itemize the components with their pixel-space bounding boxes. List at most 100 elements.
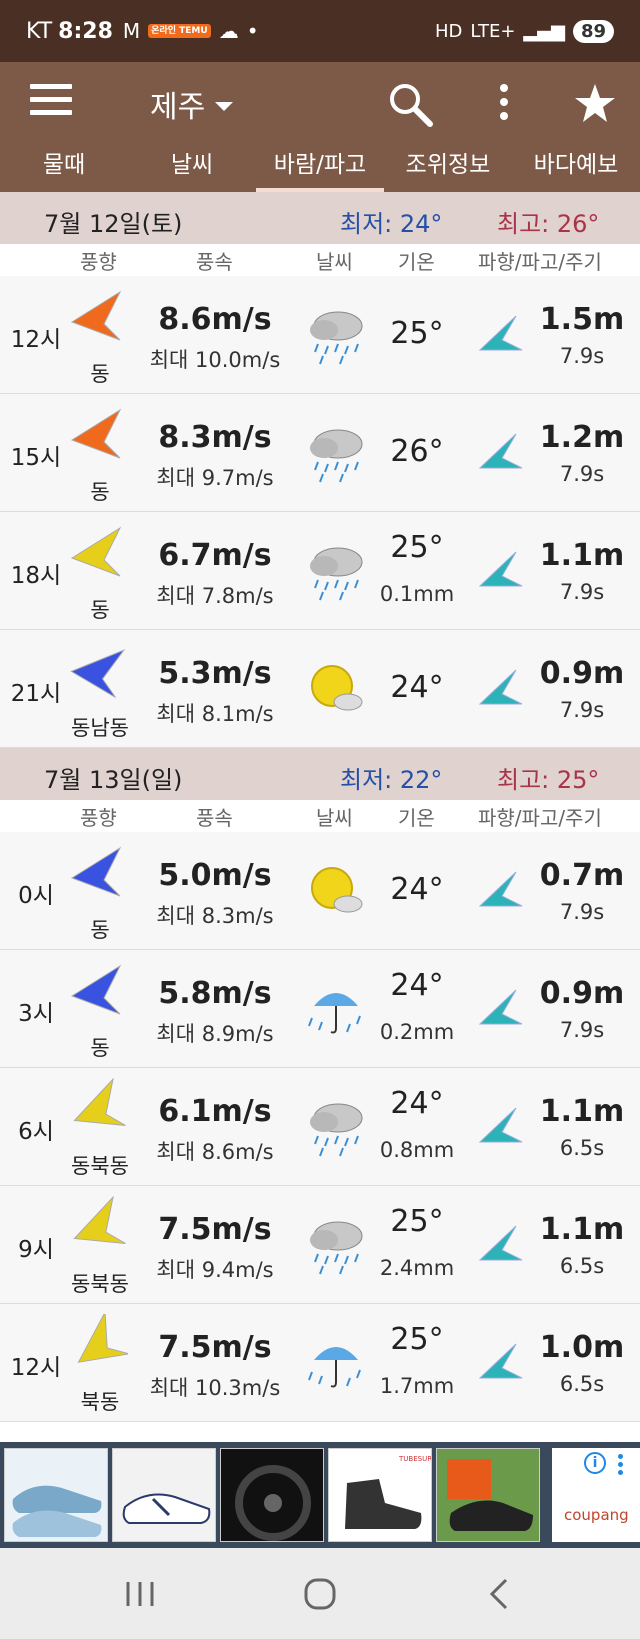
ad-product-sneakers[interactable]: [436, 1448, 540, 1542]
forecast-row: 3시 동 5.8m/s 최대 8.9m/s 24° 0.2mm 0.9m 7.9s: [0, 950, 640, 1068]
wave-height: 1.1m: [539, 1094, 625, 1129]
clock: 8:28: [58, 18, 113, 44]
temperature: 24°: [390, 968, 444, 1003]
tab-weather[interactable]: 날씨: [128, 142, 256, 192]
forecast-row: 15시 동 8.3m/s 최대 9.7m/s 26° 1.2m 7.9s: [0, 394, 640, 512]
ad-product-boots[interactable]: TUBESURE: [328, 1448, 432, 1542]
row-time: 18시: [10, 563, 62, 589]
temperature: 26°: [390, 434, 444, 469]
wind-direction: 동북동: [71, 1154, 129, 1178]
ad-product-shoes-1[interactable]: [4, 1448, 108, 1542]
wave-height: 1.1m: [539, 1212, 625, 1247]
sun-cloud-icon: [304, 656, 368, 720]
wave-period: 6.5s: [559, 1136, 605, 1160]
forecast-row: 12시 북동 7.5m/s 최대 10.3m/s 25° 1.7mm 1.0m 6.5s: [0, 1304, 640, 1422]
search-icon[interactable]: [386, 80, 434, 128]
wind-arrow-icon: [68, 522, 128, 582]
wave-period: 6.5s: [559, 1372, 605, 1396]
wave-height: 1.1m: [539, 538, 625, 573]
day-date: 7월 12일(토): [44, 210, 183, 238]
wind-max-speed: 최대 10.0m/s: [149, 348, 281, 372]
day-high-temp: 최고: 25°: [497, 766, 600, 794]
back-icon[interactable]: [470, 1572, 530, 1616]
dot-icon: •: [246, 19, 259, 43]
wave-direction-icon: [476, 548, 526, 592]
recent-apps-icon[interactable]: [110, 1572, 170, 1616]
tab-tide-info[interactable]: 조위정보: [384, 142, 512, 192]
ad-info-icon[interactable]: i: [584, 1452, 606, 1474]
col-wind-speed: 풍속: [196, 250, 233, 274]
wave-period: 7.9s: [559, 344, 605, 368]
temperature: 25°: [390, 1322, 444, 1357]
ad-brand-panel[interactable]: i coupang: [552, 1448, 640, 1542]
rain-cloud-icon: [304, 1212, 368, 1276]
forecast-row: 9시 동북동 7.5m/s 최대 9.4m/s 25° 2.4mm 1.1m 6.5s: [0, 1186, 640, 1304]
rain-cloud-icon: [304, 538, 368, 602]
precipitation: 1.7mm: [379, 1374, 455, 1398]
wind-direction: 동남동: [71, 716, 129, 740]
chevron-down-icon: [215, 101, 234, 111]
wind-direction: 동: [90, 480, 110, 504]
day-high-temp: 최고: 26°: [497, 210, 600, 238]
wind-max-speed: 최대 10.3m/s: [149, 1376, 281, 1400]
row-time: 12시: [10, 1355, 62, 1381]
wind-arrow-icon: [68, 640, 128, 700]
menu-icon[interactable]: [30, 84, 72, 120]
row-time: 0시: [18, 883, 54, 909]
col-weather: 날씨: [316, 250, 353, 274]
ad-product-steering[interactable]: [220, 1448, 324, 1542]
signal-icon: ▂▄▆: [523, 20, 565, 42]
wind-max-speed: 최대 8.9m/s: [156, 1022, 274, 1046]
wind-max-speed: 최대 9.4m/s: [156, 1258, 274, 1282]
row-time: 15시: [10, 445, 62, 471]
wind-arrow-icon: [68, 960, 128, 1020]
wind-speed: 5.0m/s: [158, 858, 272, 893]
ad-banner[interactable]: TUBESURE i coupang: [0, 1442, 640, 1548]
location-selector[interactable]: 제주: [150, 82, 234, 126]
wind-max-speed: 최대 8.6m/s: [156, 1140, 274, 1164]
star-icon[interactable]: [574, 82, 616, 124]
temperature: 24°: [390, 1086, 444, 1121]
forecast-row: 12시 동 8.6m/s 최대 10.0m/s 25° 1.5m 7.9s: [0, 276, 640, 394]
tab-tide[interactable]: 물때: [0, 142, 128, 192]
wave-period: 7.9s: [559, 900, 605, 924]
forecast-row: 0시 동 5.0m/s 최대 8.3m/s 24° 0.7m 7.9s: [0, 832, 640, 950]
wind-arrow-icon: [68, 1195, 128, 1256]
more-icon[interactable]: [496, 84, 512, 124]
wave-direction-icon: [476, 312, 526, 356]
wind-speed: 6.7m/s: [158, 538, 272, 573]
wind-arrow-icon: [68, 1310, 130, 1374]
day-date: 7월 13일(일): [44, 766, 183, 794]
ad-more-icon[interactable]: [618, 1454, 624, 1478]
app-root: KT 8:28 M 온라인 TEMU ☁ • HD LTE+ ▂▄▆ 89 제주…: [0, 0, 640, 1639]
coupang-logo: coupang: [564, 1506, 629, 1524]
forecast-row: 18시 동 6.7m/s 최대 7.8m/s 25° 0.1mm 1.1m 7.9s: [0, 512, 640, 630]
wave-direction-icon: [476, 1340, 526, 1384]
row-time: 12시: [10, 327, 62, 353]
wind-direction: 북동: [80, 1390, 120, 1414]
col-wave: 파향/파고/주기: [478, 806, 602, 830]
location-label: 제주: [150, 90, 206, 125]
rain-cloud-icon: [304, 420, 368, 484]
wind-speed: 8.3m/s: [158, 420, 272, 455]
temperature: 24°: [390, 670, 444, 705]
col-weather: 날씨: [316, 806, 353, 830]
wave-direction-icon: [476, 868, 526, 912]
wave-direction-icon: [476, 430, 526, 474]
col-wind-speed: 풍속: [196, 806, 233, 830]
wind-direction: 동: [90, 598, 110, 622]
day-header: 7월 12일(토) 최저: 24° 최고: 26°: [0, 192, 640, 244]
svg-text:TUBESURE: TUBESURE: [398, 1455, 432, 1463]
column-header: 풍향 풍속 날씨 기온 파향/파고/주기: [0, 800, 640, 832]
wind-max-speed: 최대 8.1m/s: [156, 702, 274, 726]
status-bar: KT 8:28 M 온라인 TEMU ☁ • HD LTE+ ▂▄▆ 89: [0, 0, 640, 62]
sun-cloud-icon: [304, 858, 368, 922]
umbrella-rain-icon: [304, 1330, 368, 1394]
wind-speed: 7.5m/s: [158, 1212, 272, 1247]
wind-max-speed: 최대 8.3m/s: [156, 904, 274, 928]
row-time: 9시: [18, 1237, 54, 1263]
tab-marine-forecast[interactable]: 바다예보: [512, 142, 640, 192]
home-icon[interactable]: [290, 1572, 350, 1616]
tab-wind-wave[interactable]: 바람/파고: [256, 142, 384, 192]
ad-product-shoes-2[interactable]: [112, 1448, 216, 1542]
